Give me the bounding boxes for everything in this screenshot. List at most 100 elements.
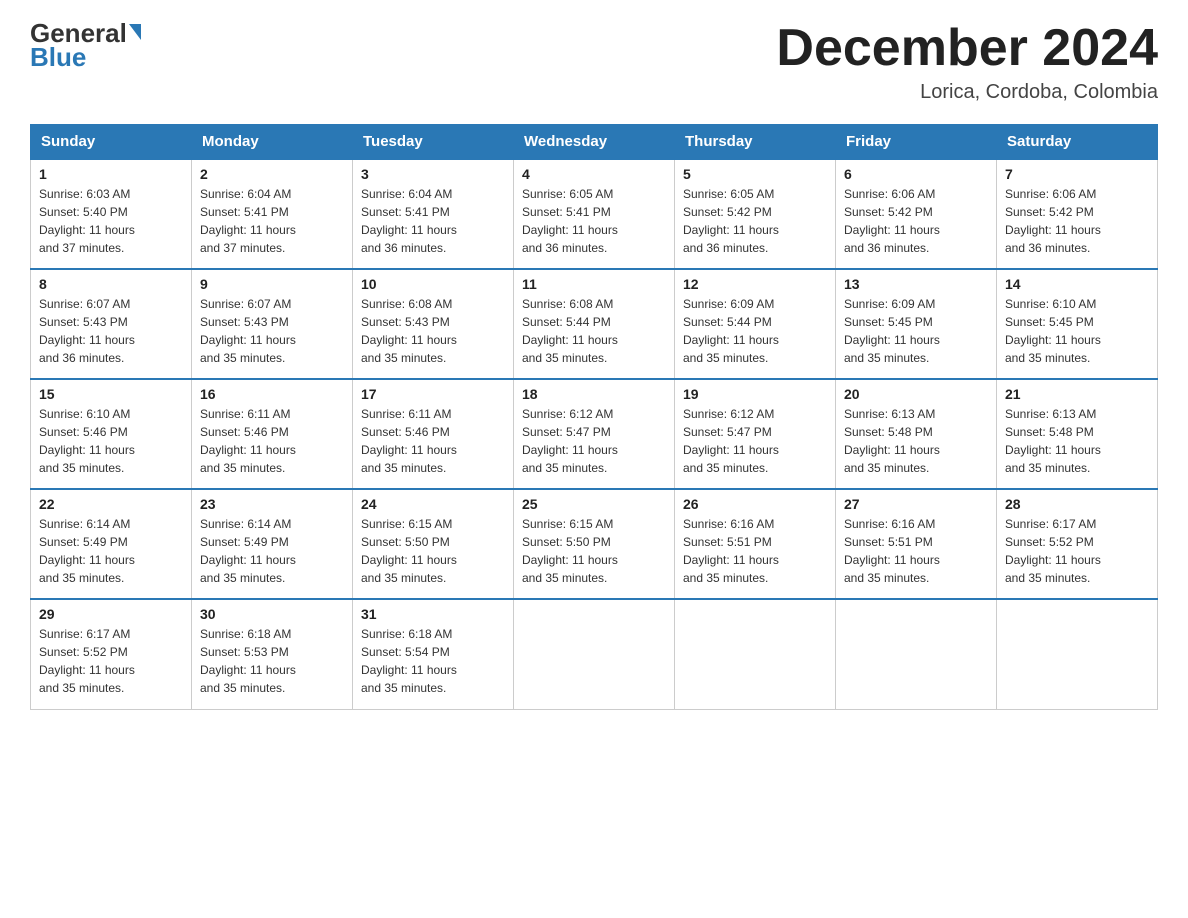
calendar-cell [675, 599, 836, 709]
calendar-cell: 7 Sunrise: 6:06 AM Sunset: 5:42 PM Dayli… [997, 159, 1158, 269]
calendar-cell: 11 Sunrise: 6:08 AM Sunset: 5:44 PM Dayl… [514, 269, 675, 379]
calendar-cell: 1 Sunrise: 6:03 AM Sunset: 5:40 PM Dayli… [31, 159, 192, 269]
calendar-cell [836, 599, 997, 709]
day-info: Sunrise: 6:16 AM Sunset: 5:51 PM Dayligh… [683, 515, 827, 587]
day-info: Sunrise: 6:06 AM Sunset: 5:42 PM Dayligh… [1005, 185, 1149, 257]
calendar-cell: 2 Sunrise: 6:04 AM Sunset: 5:41 PM Dayli… [192, 159, 353, 269]
day-number: 15 [39, 386, 183, 402]
day-number: 28 [1005, 496, 1149, 512]
day-info: Sunrise: 6:05 AM Sunset: 5:41 PM Dayligh… [522, 185, 666, 257]
day-info: Sunrise: 6:03 AM Sunset: 5:40 PM Dayligh… [39, 185, 183, 257]
day-info: Sunrise: 6:15 AM Sunset: 5:50 PM Dayligh… [361, 515, 505, 587]
day-info: Sunrise: 6:12 AM Sunset: 5:47 PM Dayligh… [683, 405, 827, 477]
calendar-cell: 12 Sunrise: 6:09 AM Sunset: 5:44 PM Dayl… [675, 269, 836, 379]
title-block: December 2024 Lorica, Cordoba, Colombia [776, 20, 1158, 104]
day-number: 4 [522, 166, 666, 182]
day-info: Sunrise: 6:09 AM Sunset: 5:45 PM Dayligh… [844, 295, 988, 367]
calendar-cell: 8 Sunrise: 6:07 AM Sunset: 5:43 PM Dayli… [31, 269, 192, 379]
day-info: Sunrise: 6:14 AM Sunset: 5:49 PM Dayligh… [39, 515, 183, 587]
calendar-cell: 5 Sunrise: 6:05 AM Sunset: 5:42 PM Dayli… [675, 159, 836, 269]
calendar-cell [514, 599, 675, 709]
calendar-cell: 16 Sunrise: 6:11 AM Sunset: 5:46 PM Dayl… [192, 379, 353, 489]
day-info: Sunrise: 6:04 AM Sunset: 5:41 PM Dayligh… [361, 185, 505, 257]
column-header-saturday: Saturday [997, 125, 1158, 160]
calendar-cell: 31 Sunrise: 6:18 AM Sunset: 5:54 PM Dayl… [353, 599, 514, 709]
calendar-cell: 19 Sunrise: 6:12 AM Sunset: 5:47 PM Dayl… [675, 379, 836, 489]
day-info: Sunrise: 6:11 AM Sunset: 5:46 PM Dayligh… [361, 405, 505, 477]
week-row-5: 29 Sunrise: 6:17 AM Sunset: 5:52 PM Dayl… [31, 599, 1158, 709]
calendar-cell: 28 Sunrise: 6:17 AM Sunset: 5:52 PM Dayl… [997, 489, 1158, 599]
day-info: Sunrise: 6:11 AM Sunset: 5:46 PM Dayligh… [200, 405, 344, 477]
calendar-cell: 22 Sunrise: 6:14 AM Sunset: 5:49 PM Dayl… [31, 489, 192, 599]
day-info: Sunrise: 6:09 AM Sunset: 5:44 PM Dayligh… [683, 295, 827, 367]
day-info: Sunrise: 6:13 AM Sunset: 5:48 PM Dayligh… [844, 405, 988, 477]
day-info: Sunrise: 6:14 AM Sunset: 5:49 PM Dayligh… [200, 515, 344, 587]
column-header-tuesday: Tuesday [353, 125, 514, 160]
day-info: Sunrise: 6:08 AM Sunset: 5:43 PM Dayligh… [361, 295, 505, 367]
logo-blue-text: Blue [30, 42, 86, 73]
day-info: Sunrise: 6:10 AM Sunset: 5:46 PM Dayligh… [39, 405, 183, 477]
calendar-cell: 6 Sunrise: 6:06 AM Sunset: 5:42 PM Dayli… [836, 159, 997, 269]
week-row-4: 22 Sunrise: 6:14 AM Sunset: 5:49 PM Dayl… [31, 489, 1158, 599]
logo: General Blue [30, 20, 141, 73]
column-header-wednesday: Wednesday [514, 125, 675, 160]
calendar-cell: 23 Sunrise: 6:14 AM Sunset: 5:49 PM Dayl… [192, 489, 353, 599]
calendar-cell [997, 599, 1158, 709]
calendar-cell: 18 Sunrise: 6:12 AM Sunset: 5:47 PM Dayl… [514, 379, 675, 489]
day-number: 1 [39, 166, 183, 182]
day-number: 26 [683, 496, 827, 512]
day-number: 18 [522, 386, 666, 402]
day-number: 5 [683, 166, 827, 182]
day-info: Sunrise: 6:05 AM Sunset: 5:42 PM Dayligh… [683, 185, 827, 257]
column-header-friday: Friday [836, 125, 997, 160]
calendar-cell: 17 Sunrise: 6:11 AM Sunset: 5:46 PM Dayl… [353, 379, 514, 489]
calendar-cell: 24 Sunrise: 6:15 AM Sunset: 5:50 PM Dayl… [353, 489, 514, 599]
page-header: General Blue December 2024 Lorica, Cordo… [30, 20, 1158, 104]
calendar-cell: 4 Sunrise: 6:05 AM Sunset: 5:41 PM Dayli… [514, 159, 675, 269]
calendar-cell: 20 Sunrise: 6:13 AM Sunset: 5:48 PM Dayl… [836, 379, 997, 489]
day-number: 14 [1005, 276, 1149, 292]
day-number: 20 [844, 386, 988, 402]
calendar-subtitle: Lorica, Cordoba, Colombia [776, 81, 1158, 104]
calendar-cell: 27 Sunrise: 6:16 AM Sunset: 5:51 PM Dayl… [836, 489, 997, 599]
day-number: 9 [200, 276, 344, 292]
day-number: 13 [844, 276, 988, 292]
calendar-cell: 21 Sunrise: 6:13 AM Sunset: 5:48 PM Dayl… [997, 379, 1158, 489]
week-row-1: 1 Sunrise: 6:03 AM Sunset: 5:40 PM Dayli… [31, 159, 1158, 269]
day-info: Sunrise: 6:08 AM Sunset: 5:44 PM Dayligh… [522, 295, 666, 367]
calendar-cell: 30 Sunrise: 6:18 AM Sunset: 5:53 PM Dayl… [192, 599, 353, 709]
day-info: Sunrise: 6:07 AM Sunset: 5:43 PM Dayligh… [200, 295, 344, 367]
day-info: Sunrise: 6:10 AM Sunset: 5:45 PM Dayligh… [1005, 295, 1149, 367]
day-number: 7 [1005, 166, 1149, 182]
day-number: 29 [39, 606, 183, 622]
day-number: 6 [844, 166, 988, 182]
calendar-cell: 10 Sunrise: 6:08 AM Sunset: 5:43 PM Dayl… [353, 269, 514, 379]
column-header-monday: Monday [192, 125, 353, 160]
day-info: Sunrise: 6:12 AM Sunset: 5:47 PM Dayligh… [522, 405, 666, 477]
day-info: Sunrise: 6:07 AM Sunset: 5:43 PM Dayligh… [39, 295, 183, 367]
day-number: 10 [361, 276, 505, 292]
day-number: 3 [361, 166, 505, 182]
day-number: 11 [522, 276, 666, 292]
day-info: Sunrise: 6:18 AM Sunset: 5:53 PM Dayligh… [200, 625, 344, 697]
day-number: 30 [200, 606, 344, 622]
day-number: 21 [1005, 386, 1149, 402]
week-row-3: 15 Sunrise: 6:10 AM Sunset: 5:46 PM Dayl… [31, 379, 1158, 489]
day-info: Sunrise: 6:16 AM Sunset: 5:51 PM Dayligh… [844, 515, 988, 587]
calendar-cell: 29 Sunrise: 6:17 AM Sunset: 5:52 PM Dayl… [31, 599, 192, 709]
day-number: 17 [361, 386, 505, 402]
column-header-thursday: Thursday [675, 125, 836, 160]
calendar-cell: 25 Sunrise: 6:15 AM Sunset: 5:50 PM Dayl… [514, 489, 675, 599]
day-number: 23 [200, 496, 344, 512]
week-row-2: 8 Sunrise: 6:07 AM Sunset: 5:43 PM Dayli… [31, 269, 1158, 379]
day-number: 12 [683, 276, 827, 292]
day-info: Sunrise: 6:15 AM Sunset: 5:50 PM Dayligh… [522, 515, 666, 587]
column-header-sunday: Sunday [31, 125, 192, 160]
day-number: 25 [522, 496, 666, 512]
day-number: 22 [39, 496, 183, 512]
logo-triangle-icon [129, 24, 141, 40]
calendar-cell: 14 Sunrise: 6:10 AM Sunset: 5:45 PM Dayl… [997, 269, 1158, 379]
calendar-cell: 15 Sunrise: 6:10 AM Sunset: 5:46 PM Dayl… [31, 379, 192, 489]
day-info: Sunrise: 6:13 AM Sunset: 5:48 PM Dayligh… [1005, 405, 1149, 477]
day-info: Sunrise: 6:04 AM Sunset: 5:41 PM Dayligh… [200, 185, 344, 257]
